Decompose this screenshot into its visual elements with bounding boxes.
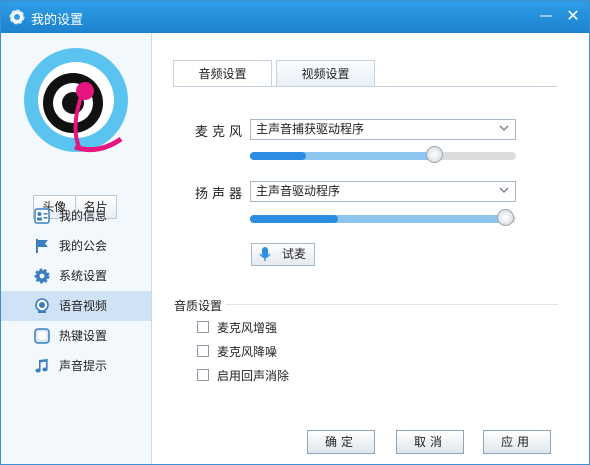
- section-divider: [226, 304, 558, 305]
- sidebar-item-label: 系统设置: [59, 269, 108, 283]
- noise-reduction-checkbox[interactable]: [197, 345, 209, 357]
- sidebar-item-label: 我的公会: [59, 239, 108, 253]
- sidebar-item-label: 我的信息: [59, 209, 108, 223]
- window-title: 我的设置: [31, 13, 84, 28]
- sidebar: 头像 名片 我的信息 我的公会 系统设置 语音视频 热键设置 声音提示: [1, 33, 152, 464]
- keyboard-key-icon: [34, 328, 50, 344]
- speaker-label: 扬声器: [195, 187, 247, 202]
- sidebar-item-label: 语音视频: [59, 299, 108, 313]
- tab-video-settings[interactable]: 视频设置: [276, 60, 375, 86]
- microphone-device-select[interactable]: 主声音捕获驱动程序: [250, 119, 516, 140]
- mic-boost-label: 麦克风增强: [217, 321, 278, 335]
- gear-icon: [34, 268, 50, 284]
- microphone-volume-slider[interactable]: [250, 146, 516, 163]
- webcam-icon: [35, 298, 49, 313]
- input-level-bar: [250, 152, 306, 160]
- sidebar-item-my-info[interactable]: 我的信息: [1, 201, 151, 231]
- echo-cancellation-label: 启用回声消除: [217, 369, 290, 383]
- tab-audio-settings[interactable]: 音频设置: [173, 60, 272, 87]
- ok-button[interactable]: 确定: [307, 430, 375, 454]
- echo-cancellation-checkbox[interactable]: [197, 369, 209, 381]
- test-microphone-label: 试麦: [282, 247, 307, 261]
- sidebar-item-sound-alerts[interactable]: 声音提示: [1, 351, 151, 381]
- test-microphone-button[interactable]: 试麦: [251, 243, 315, 266]
- close-button[interactable]: ✕: [562, 6, 584, 26]
- sidebar-item-voice-video[interactable]: 语音视频: [1, 291, 151, 321]
- audio-quality-title: 音质设置: [174, 299, 223, 313]
- music-note-icon: [35, 359, 48, 373]
- output-level-bar: [250, 215, 338, 223]
- sidebar-nav: 我的信息 我的公会 系统设置 语音视频 热键设置 声音提示: [1, 201, 151, 381]
- apply-button[interactable]: 应用: [483, 430, 551, 454]
- sidebar-item-system-settings[interactable]: 系统设置: [1, 261, 151, 291]
- profile-card-icon: [34, 208, 50, 224]
- tab-divider: [173, 86, 557, 87]
- mic-boost-checkbox[interactable]: [197, 321, 209, 333]
- flag-icon: [36, 239, 48, 253]
- avatar[interactable]: [23, 47, 129, 153]
- title-bar[interactable]: 我的设置 — ✕: [1, 1, 589, 33]
- slider-thumb[interactable]: [497, 209, 515, 226]
- tab-bar: 音频设置 视频设置: [173, 60, 553, 87]
- chevron-down-icon: [499, 187, 509, 194]
- gear-icon: [9, 9, 25, 25]
- chevron-down-icon: [499, 125, 509, 132]
- microphone-icon: [259, 247, 271, 261]
- speaker-device-value: 主声音驱动程序: [256, 184, 341, 198]
- slider-thumb[interactable]: [425, 146, 443, 163]
- cancel-button[interactable]: 取消: [396, 430, 464, 454]
- settings-window: 我的设置 — ✕ 头像 名片 我的信息 我的公会 系统设置 语音视频 热键设置 …: [0, 0, 590, 465]
- microphone-label: 麦克风: [195, 125, 247, 140]
- speaker-volume-slider[interactable]: [250, 209, 516, 226]
- sidebar-item-label: 声音提示: [59, 359, 108, 373]
- settings-panel: 音频设置 视频设置 麦克风 主声音捕获驱动程序 扬声器 主声音驱动程序 试麦 音…: [152, 33, 589, 464]
- sidebar-item-my-guild[interactable]: 我的公会: [1, 231, 151, 261]
- microphone-device-value: 主声音捕获驱动程序: [256, 122, 365, 136]
- sidebar-item-label: 热键设置: [59, 329, 108, 343]
- sidebar-item-hotkey-settings[interactable]: 热键设置: [1, 321, 151, 351]
- speaker-device-select[interactable]: 主声音驱动程序: [250, 181, 516, 202]
- noise-reduction-label: 麦克风降噪: [217, 345, 278, 359]
- minimize-button[interactable]: —: [535, 6, 557, 26]
